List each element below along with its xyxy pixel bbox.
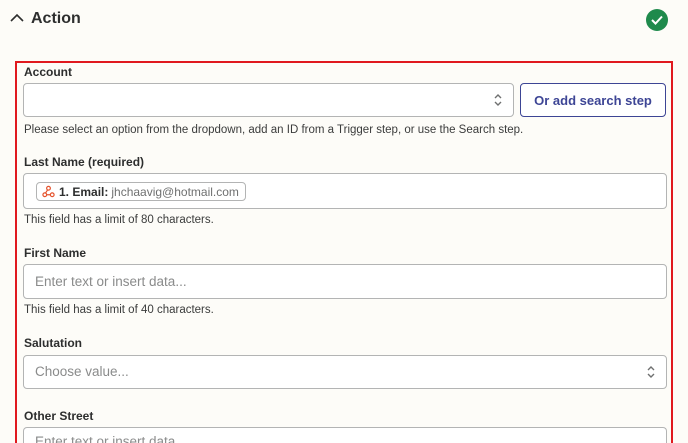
salutation-placeholder: Choose value... <box>35 364 129 379</box>
pill-value: jhchaavig@hotmail.com <box>111 184 239 199</box>
first-name-field[interactable]: Enter text or insert data... <box>23 264 667 299</box>
select-arrows-icon <box>494 94 502 106</box>
account-label: Account <box>24 65 72 79</box>
first-name-help-text: This field has a limit of 40 characters. <box>24 304 214 316</box>
last-name-label: Last Name (required) <box>24 155 145 169</box>
salutation-label: Salutation <box>24 336 83 350</box>
pill-key: 1. Email: <box>59 184 109 199</box>
data-pill[interactable]: 1. Email: jhchaavig@hotmail.com <box>36 182 246 201</box>
add-search-step-button[interactable]: Or add search step <box>520 83 666 117</box>
action-section-header[interactable]: Action <box>0 0 688 40</box>
webhook-icon <box>42 185 55 198</box>
first-name-placeholder: Enter text or insert data... <box>35 274 187 289</box>
first-name-label: First Name <box>24 246 87 260</box>
other-street-label: Other Street <box>24 409 94 423</box>
checkmark-icon <box>646 9 668 31</box>
section-title: Action <box>31 10 81 27</box>
select-arrows-icon <box>647 366 655 378</box>
account-select[interactable] <box>23 83 514 117</box>
salutation-select[interactable]: Choose value... <box>23 355 667 389</box>
account-help-text: Please select an option from the dropdow… <box>24 124 524 136</box>
chevron-up-icon[interactable] <box>10 13 24 23</box>
last-name-field[interactable]: 1. Email: jhchaavig@hotmail.com <box>23 173 667 209</box>
last-name-help-text: This field has a limit of 80 characters. <box>24 214 214 226</box>
other-street-placeholder: Enter text or insert data... <box>35 434 187 443</box>
other-street-field[interactable]: Enter text or insert data... <box>23 427 667 443</box>
